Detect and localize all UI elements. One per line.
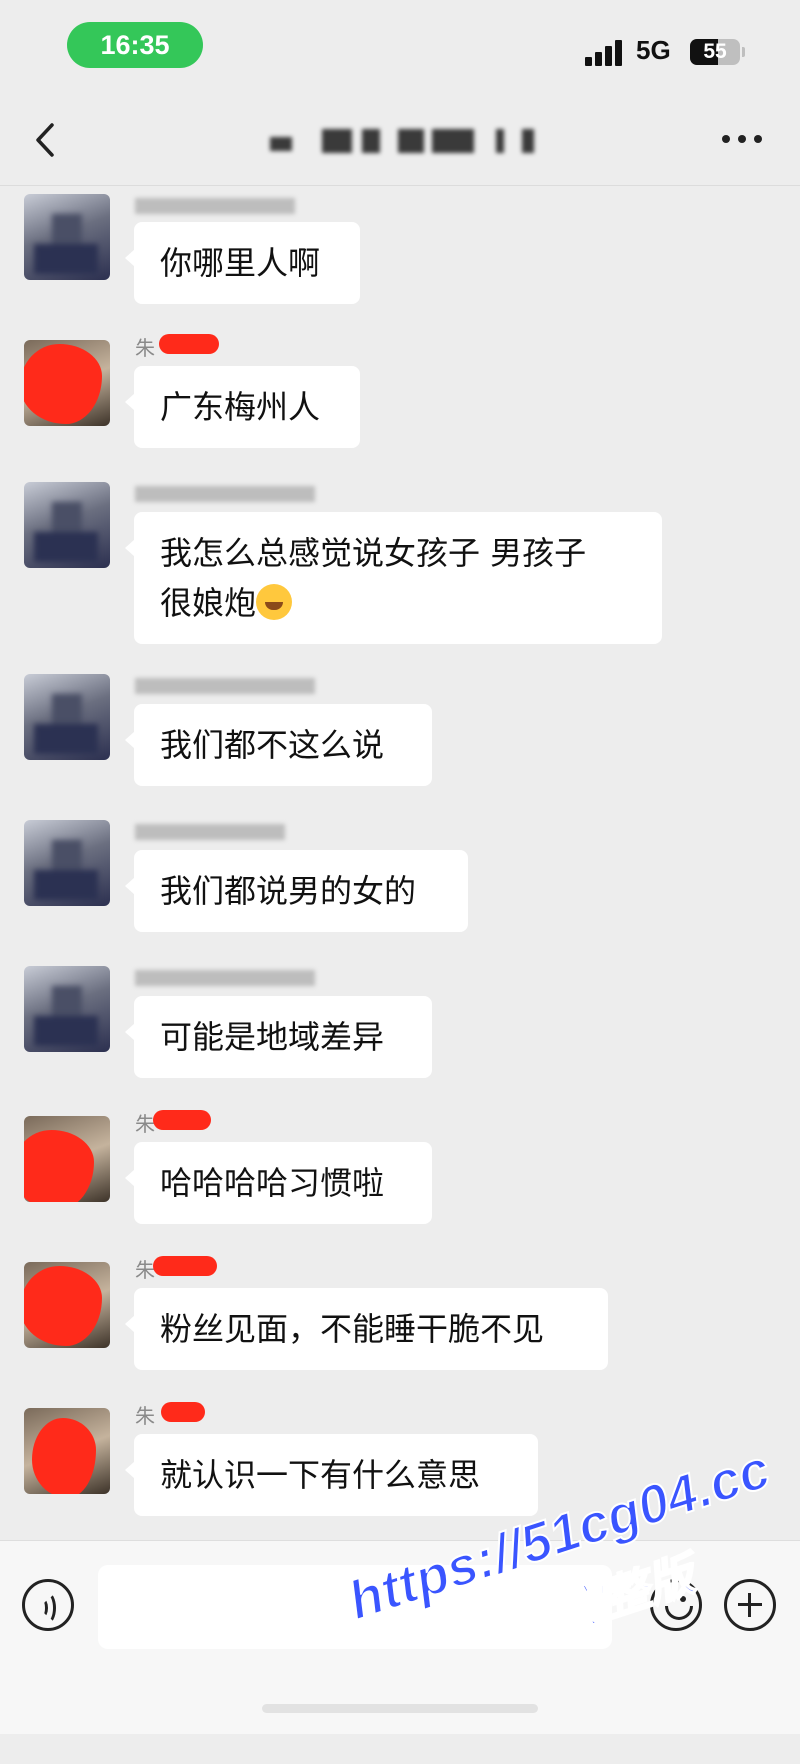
message-bubble[interactable]: 粉丝见面，不能睡干脆不见 bbox=[125, 1288, 608, 1370]
message-bubble[interactable]: 广东梅州人 bbox=[125, 366, 360, 448]
chevron-left-icon bbox=[36, 123, 54, 157]
avatar[interactable] bbox=[24, 966, 110, 1052]
emoji-button[interactable] bbox=[650, 1579, 702, 1631]
message-input[interactable] bbox=[98, 1565, 612, 1649]
status-time: 16:35 bbox=[67, 22, 203, 68]
chat-header bbox=[0, 95, 800, 185]
avatar[interactable] bbox=[24, 482, 110, 568]
message-text-line: 很娘炮 bbox=[160, 578, 636, 628]
ellipsis-icon bbox=[722, 135, 730, 143]
network-type: 5G bbox=[636, 35, 671, 65]
sender-name: 朱 bbox=[135, 1400, 335, 1428]
battery-level: 55 bbox=[703, 40, 727, 63]
chat-title-blurred bbox=[270, 123, 550, 159]
message-bubble[interactable]: 我们都不这么说 bbox=[125, 704, 432, 786]
sender-name-blurred bbox=[135, 672, 335, 698]
status-bar: 16:35 5G 55 bbox=[0, 0, 800, 90]
message-bubble[interactable]: 可能是地域差异 bbox=[125, 996, 432, 1078]
avatar[interactable] bbox=[24, 1408, 110, 1494]
message-bubble[interactable]: 就认识一下有什么意思 bbox=[125, 1434, 538, 1516]
input-bar bbox=[0, 1540, 800, 1734]
sender-name: 朱 bbox=[135, 332, 335, 360]
header-divider bbox=[0, 185, 800, 186]
avatar[interactable] bbox=[24, 194, 110, 280]
sender-name-blurred bbox=[135, 964, 335, 990]
laughing-crying-emoji-icon bbox=[256, 584, 293, 620]
sender-name-blurred bbox=[135, 480, 335, 506]
avatar[interactable] bbox=[24, 340, 110, 426]
sender-name: 朱 bbox=[135, 1254, 335, 1282]
message-bubble[interactable]: 我怎么总感觉说女孩子 男孩子 很娘炮 bbox=[125, 512, 662, 644]
sender-name-blurred bbox=[135, 192, 335, 218]
message-text-line: 我怎么总感觉说女孩子 男孩子 bbox=[160, 534, 587, 572]
more-options-button[interactable] bbox=[720, 125, 764, 155]
cellular-signal-icon bbox=[585, 40, 629, 66]
home-indicator bbox=[262, 1704, 538, 1713]
avatar[interactable] bbox=[24, 1262, 110, 1348]
message-bubble[interactable]: 你哪里人啊 bbox=[125, 222, 360, 304]
avatar[interactable] bbox=[24, 674, 110, 760]
back-button[interactable] bbox=[28, 117, 68, 163]
sender-name: 朱 bbox=[135, 1108, 335, 1136]
message-bubble[interactable]: 哈哈哈哈习惯啦 bbox=[125, 1142, 432, 1224]
sender-name-blurred bbox=[135, 818, 335, 844]
battery-icon: 55 bbox=[690, 39, 740, 65]
avatar[interactable] bbox=[24, 1116, 110, 1202]
emoji-icon bbox=[666, 1596, 672, 1602]
voice-button[interactable] bbox=[22, 1579, 74, 1631]
avatar[interactable] bbox=[24, 820, 110, 906]
more-actions-button[interactable] bbox=[724, 1579, 776, 1631]
battery-tip bbox=[742, 47, 745, 57]
message-bubble[interactable]: 我们都说男的女的 bbox=[125, 850, 468, 932]
